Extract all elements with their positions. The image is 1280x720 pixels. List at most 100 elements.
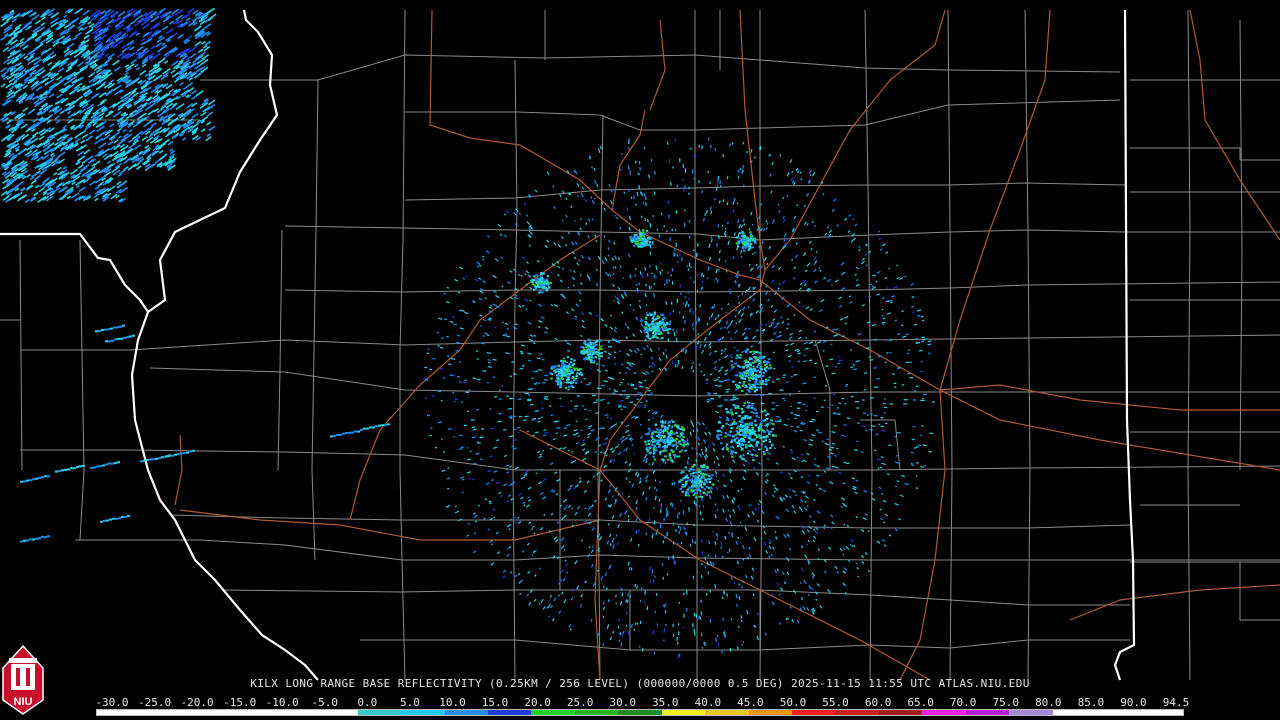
echo-pixel [710,144,712,149]
echo-pixel [651,370,654,373]
echo-pixel [803,507,808,511]
echo-pixel [452,392,454,394]
echo-pixel [467,522,471,525]
echo-pixel [645,446,649,449]
echo-pixel [604,437,609,441]
echo-pixel [665,623,667,626]
echo-pixel [710,236,712,239]
echo-pixel [735,593,738,599]
echo-pixel [782,374,787,377]
echo-pixel [745,446,748,449]
echo-pixel [751,253,754,256]
echo-pixel [682,444,685,447]
echo-pixel [190,52,197,59]
echo-pixel [641,274,644,279]
echo-pixel [87,21,92,25]
echo-pixel [690,365,694,370]
echo-pixel [892,373,894,375]
echo-pixel [758,355,762,358]
echo-pixel [617,404,622,407]
echo-pixel [750,345,754,348]
echo-pixel [726,494,730,499]
echo-pixel [459,361,462,363]
echo-pixel [557,243,562,248]
echo-pixel [565,311,569,314]
echo-pixel [708,352,712,356]
echo-pixel [779,316,783,319]
echo-pixel [617,257,621,261]
echo-pixel [762,372,765,375]
echo-pixel [567,365,571,368]
echo-pixel [668,214,670,219]
echo-pixel [510,518,513,521]
echo-pixel [765,362,769,365]
echo-pixel [682,315,684,319]
echo-pixel [482,370,487,372]
echo-pixel [607,345,611,348]
echo-pixel [733,404,737,407]
echo-pixel [646,474,649,479]
echo-pixel [552,185,555,188]
echo-pixel [710,238,713,243]
echo-pixel [600,399,603,401]
echo-pixel [515,323,518,326]
echo-pixel [765,549,769,554]
echo-pixel [798,506,803,511]
echo-pixel [75,7,83,14]
echo-pixel [600,384,606,387]
echo-pixel [740,313,744,318]
echo-pixel [655,434,659,437]
echo-pixel [863,412,867,415]
echo-pixel [855,515,859,519]
echo-pixel [729,408,733,411]
echo-pixel [867,530,870,533]
echo-pixel [740,444,743,447]
echo-pixel [475,409,480,411]
echo-pixel [788,488,792,491]
echo-pixel [779,154,782,157]
echo-pixel [669,320,672,323]
echo-pixel [722,494,725,500]
echo-pixel [698,363,701,367]
echo-pixel [673,424,677,427]
echo-pixel [839,305,843,308]
echo-pixel [799,171,802,175]
echo-pixel [884,276,888,280]
echo-pixel [741,447,744,450]
echo-pixel [923,393,927,396]
echo-pixel [559,279,563,283]
echo-pixel [881,296,885,300]
echo-pixel [819,604,823,609]
echo-pixel [738,318,742,324]
echo-pixel [730,423,733,426]
echo-pixel [701,587,703,589]
echo-pixel [624,406,627,409]
echo-pixel [718,358,721,361]
echo-pixel [590,563,594,568]
echo-pixel [50,53,57,59]
echo-pixel [724,354,729,358]
echo-pixel [502,334,506,337]
echo-pixel [579,274,582,277]
echo-pixel [442,377,446,379]
echo-pixel [768,245,772,250]
echo-pixel [865,264,868,267]
echo-pixel [757,359,761,362]
echo-pixel [753,433,757,436]
echo-pixel [675,431,679,434]
echo-pixel [661,563,664,566]
echo-pixel [730,319,734,324]
echo-pixel [590,196,593,199]
echo-pixel [695,492,698,495]
echo-pixel [856,440,859,443]
echo-pixel [638,238,642,241]
echo-pixel [580,373,584,376]
echo-pixel [682,302,685,305]
echo-pixel [723,326,726,329]
echo-pixel [663,421,666,424]
echo-pixel [695,614,698,618]
echo-pixel [740,586,743,589]
echo-pixel [643,193,646,198]
echo-pixel [710,210,713,215]
echo-pixel [642,238,646,241]
